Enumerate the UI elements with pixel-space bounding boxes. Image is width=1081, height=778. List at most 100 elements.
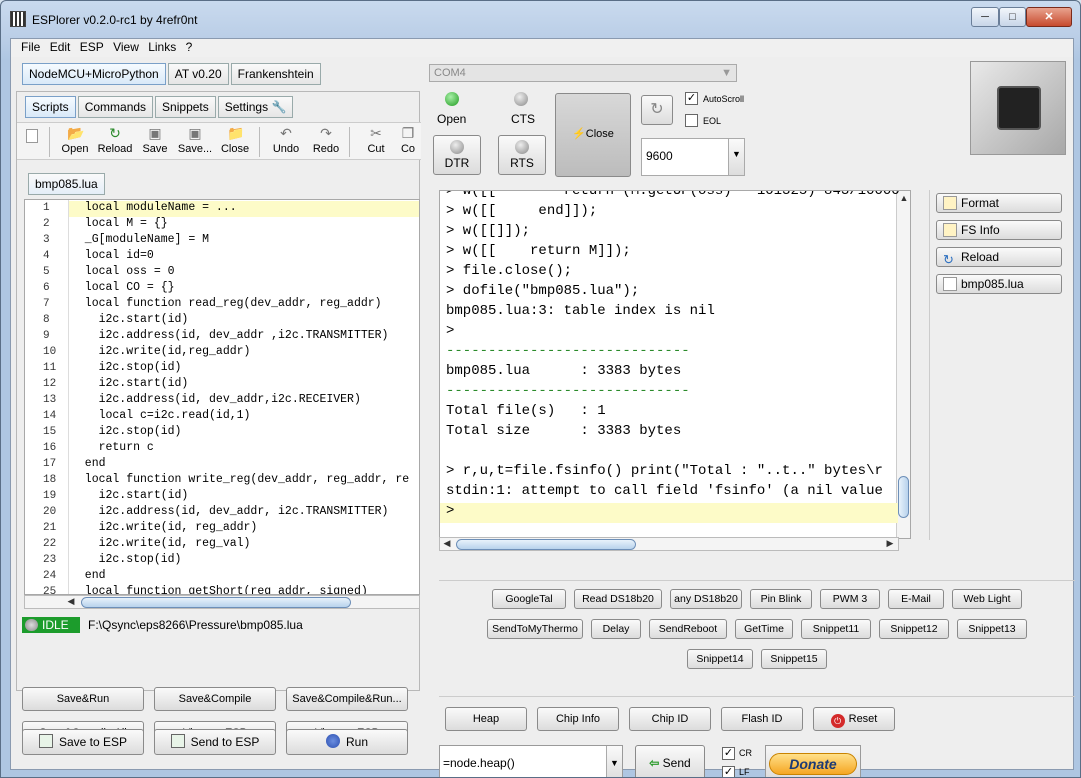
save-compile-button[interactable]: Save&Compile: [154, 687, 276, 711]
scroll-left-icon[interactable]: ◀: [65, 596, 77, 608]
scrollbar-thumb[interactable]: [81, 597, 351, 608]
save-run-button[interactable]: Save&Run: [22, 687, 144, 711]
cr-checkbox[interactable]: ✓: [722, 747, 735, 760]
scroll-up-icon[interactable]: ▲: [898, 193, 910, 205]
code-line[interactable]: i2c.write(id, reg_val): [69, 537, 419, 553]
flash-id-button[interactable]: Flash ID: [721, 707, 803, 731]
maximize-button[interactable]: □: [999, 7, 1026, 27]
menu-help[interactable]: ?: [186, 39, 193, 54]
snippet-button[interactable]: SendReboot: [649, 619, 727, 639]
menu-esp[interactable]: ESP: [80, 39, 104, 54]
rts-button[interactable]: RTS: [498, 135, 546, 175]
save-button[interactable]: ▣ Save: [135, 125, 175, 155]
minimize-button[interactable]: ─: [971, 7, 999, 27]
cut-button[interactable]: ✂ Cut: [356, 125, 396, 155]
code-line[interactable]: local moduleName = ...: [69, 201, 419, 217]
tab-snippets[interactable]: Snippets: [155, 96, 216, 118]
snippet-button[interactable]: Delay: [591, 619, 641, 639]
code-line[interactable]: local function getShort(reg_addr, signed…: [69, 585, 419, 594]
reset-button[interactable]: ⏻ Reset: [813, 707, 895, 731]
heap-button[interactable]: Heap: [445, 707, 527, 731]
reload-button[interactable]: ↻ Reload: [95, 125, 135, 155]
code-line[interactable]: local oss = 0: [69, 265, 419, 281]
terminal-horizontal-scrollbar[interactable]: ◀ ▶: [439, 537, 899, 551]
code-line[interactable]: end: [69, 457, 419, 473]
snippet-button[interactable]: Snippet11: [801, 619, 871, 639]
snippet-button[interactable]: Snippet12: [879, 619, 949, 639]
snippet-button[interactable]: Web Light: [952, 589, 1022, 609]
menu-edit[interactable]: Edit: [50, 39, 71, 54]
undo-button[interactable]: ↶ Undo: [266, 125, 306, 155]
reload-files-button[interactable]: ↻ Reload: [936, 247, 1062, 267]
close-file-button[interactable]: 📁 Close: [215, 125, 255, 155]
close-port-button[interactable]: ⚡Close: [555, 93, 631, 177]
donate-button[interactable]: Donate: [765, 745, 861, 777]
code-line[interactable]: local id=0: [69, 249, 419, 265]
refresh-ports-button[interactable]: ↻: [641, 95, 673, 125]
snippet-button[interactable]: Snippet15: [761, 649, 827, 669]
send-to-esp-button[interactable]: Send to ESP: [154, 729, 276, 755]
code-area[interactable]: local moduleName = ... local M = {} _G[m…: [69, 200, 419, 594]
tab-frankenshtein[interactable]: Frankenshtein: [230, 63, 321, 85]
code-line[interactable]: i2c.stop(id): [69, 553, 419, 569]
file-tab-bmp085[interactable]: bmp085.lua: [28, 173, 105, 195]
snippet-button[interactable]: Read DS18b20: [574, 589, 662, 609]
code-line[interactable]: i2c.write(id, reg_addr): [69, 521, 419, 537]
scrollbar-thumb[interactable]: [898, 476, 909, 518]
snippet-button[interactable]: Pin Blink: [750, 589, 812, 609]
format-button[interactable]: Format: [936, 193, 1062, 213]
snippet-button[interactable]: E-Mail: [888, 589, 944, 609]
chevron-down-icon[interactable]: ▼: [606, 746, 622, 777]
code-line[interactable]: i2c.start(id): [69, 377, 419, 393]
menu-view[interactable]: View: [113, 39, 139, 54]
command-input[interactable]: =node.heap() ▼: [439, 745, 623, 777]
new-file-button[interactable]: [19, 125, 45, 145]
code-line[interactable]: local function write_reg(dev_addr, reg_a…: [69, 473, 419, 489]
snippet-button[interactable]: any DS18b20: [670, 589, 742, 609]
send-button[interactable]: ⇦ Send: [635, 745, 705, 777]
snippet-button[interactable]: GoogleTal: [492, 589, 566, 609]
code-editor[interactable]: 1 2 3 4 5 6 7 8 9 10 11 12 13 14 15 16 17 18 19 20 21 22 23 24 2…: [24, 199, 420, 595]
menu-links[interactable]: Links: [148, 39, 176, 54]
lf-checkbox[interactable]: ✓: [722, 766, 735, 777]
save-compile-run-button[interactable]: Save&Compile&Run...: [286, 687, 408, 711]
scroll-right-icon[interactable]: ▶: [884, 538, 896, 550]
open-button[interactable]: 📂 Open: [55, 125, 95, 155]
snippet-button[interactable]: Snippet13: [957, 619, 1027, 639]
tab-nodemcu[interactable]: NodeMCU+MicroPython: [22, 63, 166, 85]
dtr-button[interactable]: DTR: [433, 135, 481, 175]
menu-file[interactable]: File: [21, 39, 40, 54]
code-line[interactable]: i2c.address(id, dev_addr, i2c.TRANSMITTE…: [69, 505, 419, 521]
code-line[interactable]: local M = {}: [69, 217, 419, 233]
tab-at[interactable]: AT v0.20: [167, 63, 229, 85]
code-line[interactable]: i2c.stop(id): [69, 361, 419, 377]
autoscroll-checkbox[interactable]: ✓: [685, 92, 698, 105]
terminal-output[interactable]: ▲ > w([[ return (M.getUP(oss) - 101325)*…: [439, 190, 911, 539]
tab-scripts[interactable]: Scripts: [25, 96, 76, 118]
code-line[interactable]: local function read_reg(dev_addr, reg_ad…: [69, 297, 419, 313]
snippet-button[interactable]: Snippet14: [687, 649, 753, 669]
chip-info-button[interactable]: Chip Info: [537, 707, 619, 731]
snippet-button[interactable]: PWM 3: [820, 589, 880, 609]
eol-checkbox[interactable]: [685, 114, 698, 127]
scrollbar-thumb[interactable]: [456, 539, 636, 550]
chip-id-button[interactable]: Chip ID: [629, 707, 711, 731]
code-line[interactable]: i2c.address(id, dev_addr ,i2c.TRANSMITTE…: [69, 329, 419, 345]
code-line[interactable]: i2c.stop(id): [69, 425, 419, 441]
snippet-button[interactable]: SendToMyThermo: [487, 619, 583, 639]
open-label[interactable]: Open: [437, 112, 466, 126]
editor-horizontal-scrollbar[interactable]: ◀: [24, 595, 420, 609]
code-line[interactable]: i2c.address(id, dev_addr,i2c.RECEIVER): [69, 393, 419, 409]
tab-commands[interactable]: Commands: [77, 96, 154, 118]
code-line[interactable]: end: [69, 569, 419, 585]
code-line[interactable]: return c: [69, 441, 419, 457]
code-line[interactable]: local c=i2c.read(id,1): [69, 409, 419, 425]
code-line[interactable]: i2c.write(id,reg_addr): [69, 345, 419, 361]
fs-info-button[interactable]: FS Info: [936, 220, 1062, 240]
port-select[interactable]: COM4 ▼: [429, 64, 737, 82]
save-as-button[interactable]: ▣ Save...: [175, 125, 215, 155]
file-item-bmp085[interactable]: bmp085.lua: [936, 274, 1062, 294]
redo-button[interactable]: ↷ Redo: [306, 125, 346, 155]
baud-select[interactable]: 9600 ▼: [641, 138, 745, 176]
code-line[interactable]: i2c.start(id): [69, 489, 419, 505]
